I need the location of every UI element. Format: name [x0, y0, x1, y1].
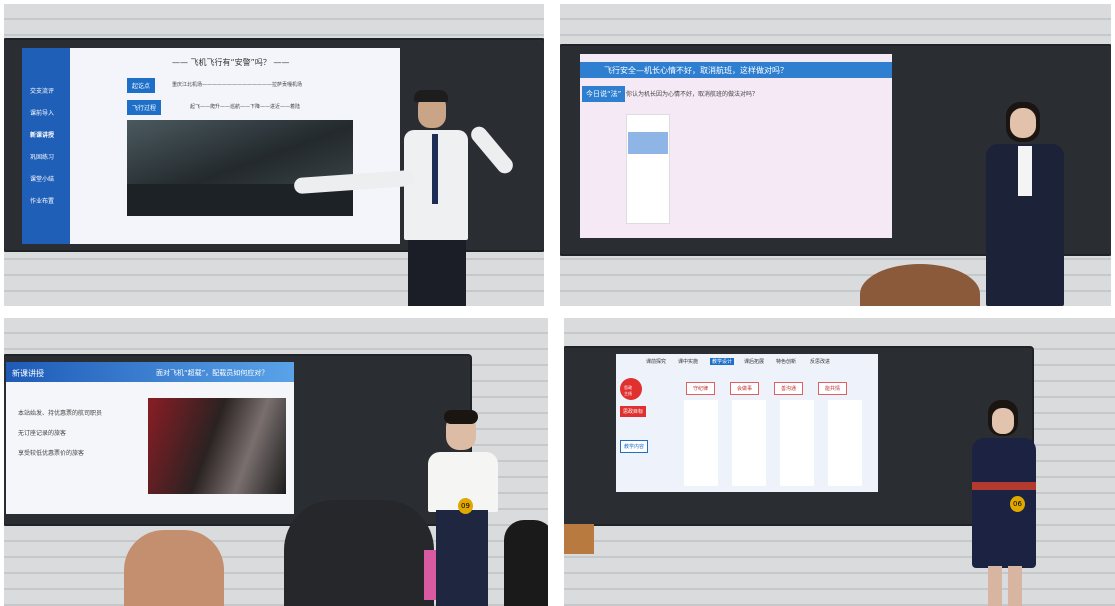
slide: 课前探究 课中实施 教学设计 课后拓展 特色创新 反思改进 思政 主线 守纪律 … [616, 354, 878, 492]
photo-collage: 交支流评 课前导入 新课讲授 巩固练习 课堂小结 作业布置 —— 飞机飞行有“安… [0, 0, 1115, 606]
sidebar-item: 课前导入 [30, 110, 55, 117]
nav-item: 反思改进 [810, 359, 831, 365]
sidebar-item: 交支流评 [30, 88, 55, 95]
teacher-figure [980, 96, 1100, 306]
nav-item: 教学设计 [710, 358, 735, 365]
row-tag: 起讫点 [127, 78, 156, 93]
sidebar-item: 巩固练习 [30, 154, 55, 161]
value-box: 善沟通 [774, 382, 804, 395]
bullet-item: 本站始发、持优惠票的航司职员 [18, 410, 103, 417]
sidebar-item: 新课讲授 [30, 132, 55, 139]
pilot-figure [293, 90, 524, 306]
row-text: 重庆江北机场——————————————拉萨贡嘎机场 [172, 82, 303, 88]
bullet-item: 享受较低优惠票价的旅客 [18, 450, 85, 457]
sidebar-item: 课堂小结 [30, 176, 55, 183]
slide: 飞行安全—机长心情不好，取消航班，这样做对吗？ 今日说“法” 你认为机长因为心情… [580, 54, 892, 238]
photo-overload-lecture: 新课讲授 面对飞机“超载”，配载员如何应对？ 本站始发、持优惠票的航司职员 无订… [4, 318, 548, 606]
value-box: 守纪律 [686, 382, 716, 395]
chat-screenshot [626, 114, 670, 224]
row-text: 起飞——爬升——巡航——下降——进近——着陆 [190, 104, 301, 110]
contestant-badge: 06 [1010, 496, 1025, 512]
desk [564, 524, 594, 554]
slide: 新课讲授 面对飞机“超载”，配载员如何应对？ 本站始发、持优惠票的航司职员 无订… [6, 362, 294, 514]
nav-item: 特色创新 [776, 359, 797, 365]
value-box: 会做事 [730, 382, 760, 395]
slide: 交支流评 课前导入 新课讲授 巩固练习 课堂小结 作业布置 —— 飞机飞行有“安… [22, 48, 400, 244]
contestant-badge: 09 [458, 498, 473, 514]
slide-title: 飞行安全—机长心情不好，取消航班，这样做对吗？ [604, 66, 788, 75]
left-label: 思政目标 [620, 406, 647, 417]
slide-sidebar [22, 48, 70, 244]
question-tag: 今日说“法” [582, 86, 626, 102]
audience-row [4, 500, 548, 606]
value-box: 能共情 [818, 382, 848, 395]
content-grid [678, 400, 868, 486]
cabin-video [148, 398, 286, 494]
sidebar-item: 作业布置 [30, 198, 55, 205]
photo-legal-lecture: 飞行安全—机长心情不好，取消航班，这样做对吗？ 今日说“法” 你认为机长因为心情… [560, 4, 1111, 306]
center-label: 思政 主线 [624, 385, 632, 396]
slide-title: 面对飞机“超载”，配载员如何应对？ [156, 369, 269, 377]
question-text: 你认为机长因为心情不好，取消航班的做法对吗？ [626, 91, 759, 98]
slide-tab: 新课讲授 [12, 369, 44, 378]
nav-item: 课中实施 [678, 359, 699, 365]
teacher-figure [964, 398, 1054, 606]
photo-pilot-lecture: 交支流评 课前导入 新课讲授 巩固练习 课堂小结 作业布置 —— 飞机飞行有“安… [4, 4, 544, 306]
flight-map-image [127, 120, 353, 184]
slide-title: —— 飞机飞行有“安警”吗？ —— [172, 58, 290, 67]
nav-item: 课后拓展 [744, 359, 765, 365]
photo-design-lecture: 课前探究 课中实施 教学设计 课后拓展 特色创新 反思改进 思政 主线 守纪律 … [564, 318, 1115, 606]
nav-item: 课前探究 [646, 359, 667, 365]
left-label: 教学内容 [620, 440, 649, 453]
row-tag: 飞行过程 [127, 100, 162, 115]
bullet-item: 无订座记录的旅客 [18, 430, 67, 437]
chat-highlight [628, 132, 668, 154]
